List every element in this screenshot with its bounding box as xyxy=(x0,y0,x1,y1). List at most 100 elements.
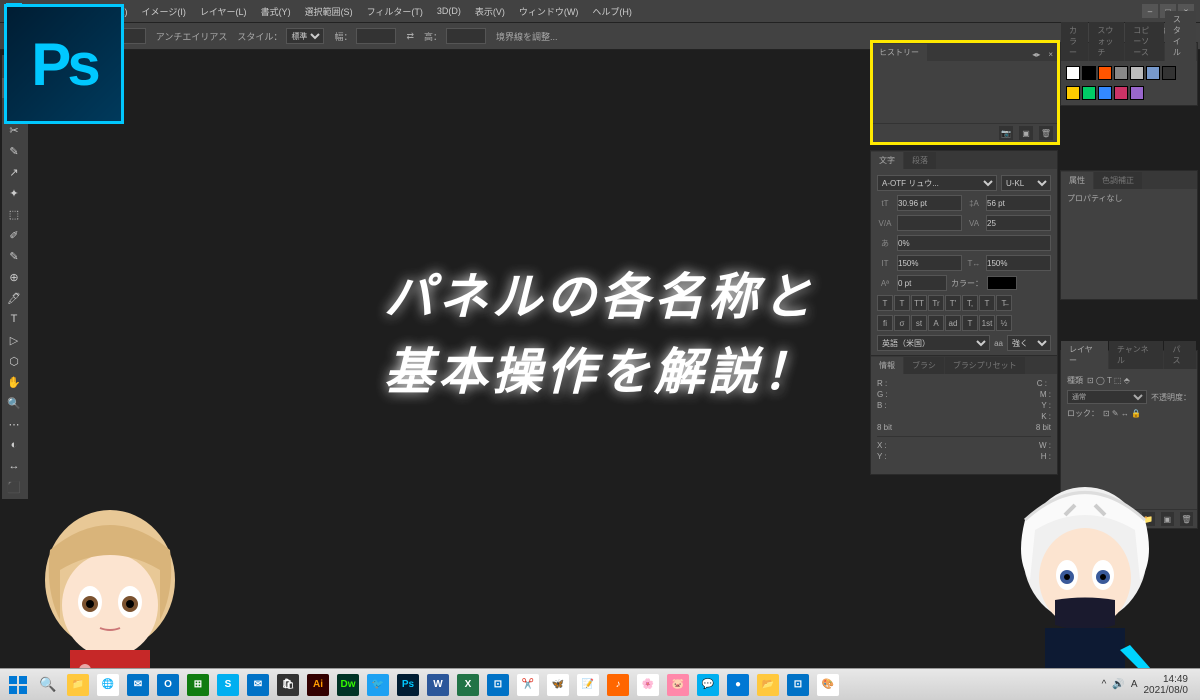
task-chrome[interactable]: 🌐 xyxy=(94,672,122,698)
width-input[interactable] xyxy=(356,28,396,44)
tab-copysrc[interactable]: コピーソース xyxy=(1125,22,1164,61)
start-button[interactable] xyxy=(4,673,32,697)
color-swatch[interactable] xyxy=(987,276,1017,290)
tab-channels[interactable]: チャンネル xyxy=(1109,341,1164,369)
menu-view[interactable]: 表示(V) xyxy=(469,3,511,20)
brush-tool[interactable]: ✦ xyxy=(2,183,26,203)
task-twitter[interactable]: 🐦 xyxy=(364,672,392,698)
menu-help[interactable]: ヘルプ(H) xyxy=(586,3,638,20)
task-photoshop[interactable]: Ps xyxy=(394,672,422,698)
task-search[interactable]: 🔍 xyxy=(34,672,62,698)
task-snip[interactable]: ✂️ xyxy=(514,672,542,698)
tab-brush[interactable]: ブラシ xyxy=(904,357,944,374)
history-tab[interactable]: ヒストリー xyxy=(871,44,927,61)
italic-btn[interactable]: T xyxy=(894,295,910,311)
task-skype[interactable]: S xyxy=(214,672,242,698)
mask-tool[interactable]: ↔ xyxy=(2,456,26,476)
swatch-item[interactable] xyxy=(1162,66,1176,80)
panel-collapse-icon[interactable]: ◂▸ xyxy=(1028,48,1044,61)
tab-properties[interactable]: 属性 xyxy=(1061,172,1093,189)
task-dreamweaver[interactable]: Dw xyxy=(334,672,362,698)
smallcaps-btn[interactable]: Tr xyxy=(928,295,944,311)
task-word[interactable]: W xyxy=(424,672,452,698)
refine-edge-button[interactable]: 境界線を調整... xyxy=(496,30,558,43)
task-explorer[interactable]: 📁 xyxy=(64,672,92,698)
history-brush-tool[interactable]: ✐ xyxy=(2,225,26,245)
clock[interactable]: 14:49 2021/08/0 xyxy=(1144,674,1189,696)
t-btn[interactable]: T xyxy=(962,315,978,331)
va-input[interactable] xyxy=(897,215,962,231)
menu-3d[interactable]: 3D(D) xyxy=(431,4,467,18)
tab-info[interactable]: 情報 xyxy=(871,357,903,374)
menu-layer[interactable]: レイヤー(L) xyxy=(194,3,253,20)
task-app7[interactable]: ● xyxy=(724,672,752,698)
vscale-input[interactable] xyxy=(897,255,962,271)
tray-volume-icon[interactable]: 🔊 xyxy=(1112,679,1124,690)
tray-lang-icon[interactable]: A xyxy=(1131,679,1138,690)
font-select[interactable]: A-OTF リュウ... xyxy=(877,175,997,191)
swatch-item[interactable] xyxy=(1114,86,1128,100)
st-btn[interactable]: st xyxy=(911,315,927,331)
tab-paragraph[interactable]: 段落 xyxy=(904,152,936,169)
stamp-tool[interactable]: ⬚ xyxy=(2,204,26,224)
task-outlook[interactable]: O xyxy=(154,672,182,698)
task-music[interactable]: ♪ xyxy=(604,672,632,698)
weight-select[interactable]: U-KL xyxy=(1001,175,1051,191)
menu-window[interactable]: ウィンドウ(W) xyxy=(513,3,585,20)
task-app8[interactable]: ⊡ xyxy=(784,672,812,698)
style-select[interactable]: 標準 xyxy=(286,28,324,44)
menu-filter[interactable]: フィルター(T) xyxy=(361,3,429,20)
sub-btn[interactable]: T, xyxy=(962,295,978,311)
more-tool[interactable]: ⋯ xyxy=(2,414,26,434)
swatch-item[interactable] xyxy=(1146,66,1160,80)
task-mail[interactable]: ✉ xyxy=(124,672,152,698)
tab-brushpreset[interactable]: ブラシプリセット xyxy=(945,357,1025,374)
ad-btn[interactable]: ad xyxy=(945,315,961,331)
tab-swatch[interactable]: スウォッチ xyxy=(1089,22,1124,61)
zoom-tool[interactable]: 🔍 xyxy=(2,393,26,413)
tab-adjustments[interactable]: 色調補正 xyxy=(1094,172,1142,189)
leading-input[interactable] xyxy=(986,195,1051,211)
hscale-input[interactable] xyxy=(986,255,1051,271)
swatch-item[interactable] xyxy=(1082,66,1096,80)
task-store[interactable]: 🛍 xyxy=(274,672,302,698)
swatch-item[interactable] xyxy=(1130,86,1144,100)
underline-btn[interactable]: T xyxy=(979,295,995,311)
type-tool[interactable]: T xyxy=(2,309,26,329)
bold-btn[interactable]: T xyxy=(877,295,893,311)
swatch-item[interactable] xyxy=(1098,66,1112,80)
eyedropper-tool[interactable]: ✎ xyxy=(2,141,26,161)
super-btn[interactable]: T' xyxy=(945,295,961,311)
tray-up-icon[interactable]: ^ xyxy=(1102,679,1107,690)
history-snapshot-icon[interactable]: 📷 xyxy=(999,126,1013,140)
frac-btn[interactable]: ½ xyxy=(996,315,1012,331)
baseline-input[interactable] xyxy=(897,235,1051,251)
task-folder2[interactable]: 📂 xyxy=(754,672,782,698)
menu-image[interactable]: イメージ(I) xyxy=(136,3,192,20)
history-new-icon[interactable]: ▣ xyxy=(1019,126,1033,140)
fi-btn[interactable]: fi xyxy=(877,315,893,331)
panel-close-icon[interactable]: × xyxy=(1044,48,1057,61)
a-btn[interactable]: A xyxy=(928,315,944,331)
minimize-button[interactable]: – xyxy=(1142,4,1158,18)
task-app6[interactable]: 🐷 xyxy=(664,672,692,698)
task-app1[interactable]: ⊞ xyxy=(184,672,212,698)
task-app2[interactable]: ✉ xyxy=(244,672,272,698)
task-app3[interactable]: ⊡ xyxy=(484,672,512,698)
blend-select[interactable]: 通常 xyxy=(1067,390,1147,404)
height-input[interactable] xyxy=(446,28,486,44)
shape-tool[interactable]: ⬡ xyxy=(2,351,26,371)
aa-select[interactable]: 強く xyxy=(1007,335,1051,351)
ord-btn[interactable]: 1st xyxy=(979,315,995,331)
lang-select[interactable]: 英語（米国） xyxy=(877,335,990,351)
fgbg-tool[interactable]: ◐ xyxy=(2,435,26,455)
hand-tool[interactable]: ✋ xyxy=(2,372,26,392)
menu-type[interactable]: 書式(Y) xyxy=(255,3,297,20)
history-delete-icon[interactable]: 🗑 xyxy=(1039,126,1053,140)
swatch-item[interactable] xyxy=(1082,86,1096,100)
tab-color[interactable]: カラー xyxy=(1061,22,1088,61)
tracking-input[interactable] xyxy=(986,215,1051,231)
size-input[interactable] xyxy=(897,195,962,211)
swatch-item[interactable] xyxy=(1114,66,1128,80)
strike-btn[interactable]: T̶ xyxy=(996,295,1012,311)
